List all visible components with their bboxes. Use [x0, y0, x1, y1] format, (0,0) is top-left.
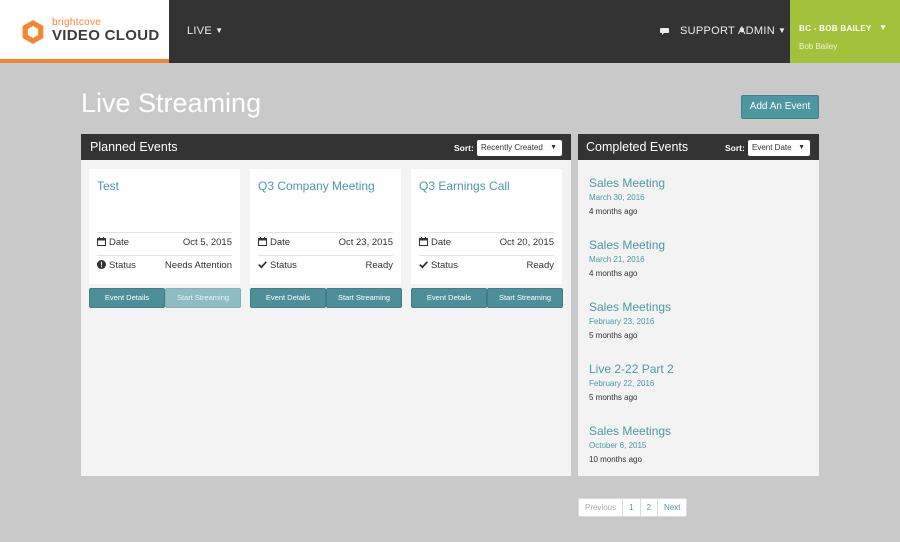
planned-events-header: Planned Events Sort: Recently Created ▼ — [81, 134, 571, 160]
brand-logo[interactable]: brightcove VIDEO CLOUD — [0, 0, 169, 63]
completed-event-name[interactable]: Sales Meeting — [589, 176, 665, 190]
completed-event-ago: 4 months ago — [589, 269, 638, 278]
list-item[interactable]: Sales Meeting March 30, 2016 4 months ag… — [578, 166, 819, 226]
list-item[interactable]: Sales Meetings February 23, 2016 5 month… — [578, 290, 819, 350]
pagination-page-1[interactable]: 1 — [623, 499, 641, 516]
planned-sort-select[interactable]: Recently Created ▼ — [477, 140, 562, 156]
caret-down-icon: ▼ — [215, 26, 224, 35]
list-item[interactable]: Live 2-22 Part 2 February 22, 2016 5 mon… — [578, 352, 819, 412]
event-details-button[interactable]: Event Details — [411, 288, 487, 308]
completed-event-date: February 22, 2016 — [589, 379, 655, 388]
list-item[interactable]: Sales Meetings October 6, 2015 10 months… — [578, 414, 819, 474]
event-details-button[interactable]: Event Details — [89, 288, 165, 308]
planned-events-panel: Planned Events Sort: Recently Created ▼ … — [81, 134, 571, 476]
sort-select-value: Recently Created — [481, 143, 543, 152]
caret-down-icon: ▼ — [550, 144, 557, 151]
event-date-row: Date Oct 5, 2015 — [97, 232, 232, 252]
caret-down-icon: ▼ — [798, 144, 805, 151]
event-status-row: Status Needs Attention — [97, 255, 232, 275]
check-icon — [258, 260, 267, 271]
date-label: Date — [270, 237, 291, 248]
event-status-row: Status Ready — [258, 255, 393, 275]
caret-down-icon: ▼ — [879, 23, 887, 32]
event-details-button[interactable]: Event Details — [250, 288, 326, 308]
top-navigation-bar: brightcove VIDEO CLOUD LIVE ▼ SUPPORT ▼ AD… — [0, 0, 900, 63]
add-event-button[interactable]: Add An Event — [741, 95, 819, 119]
user-account-label: BC - BOB BAILEY — [799, 24, 872, 33]
nav-support-menu[interactable]: SUPPORT ▼ — [680, 25, 746, 37]
pagination-previous[interactable]: Previous — [579, 499, 624, 516]
event-status: Needs Attention — [164, 260, 232, 271]
event-date-row: Date Oct 23, 2015 — [258, 232, 393, 252]
check-icon — [419, 260, 428, 271]
completed-event-name[interactable]: Sales Meetings — [589, 424, 671, 438]
calendar-icon — [97, 237, 106, 248]
exclamation-circle-icon — [97, 260, 106, 271]
event-card[interactable]: Test Date Oct 5, 2015 Status Needs Atten… — [89, 169, 240, 284]
completed-event-date: February 23, 2016 — [589, 317, 655, 326]
completed-event-name[interactable]: Live 2-22 Part 2 — [589, 362, 674, 376]
pagination-page-2[interactable]: 2 — [641, 499, 659, 516]
completed-events-header: Completed Events Sort: Event Date ▼ — [578, 134, 819, 160]
chat-bubble-icon[interactable] — [660, 27, 670, 36]
event-status-row: Status Ready — [419, 255, 554, 275]
start-streaming-button[interactable]: Start Streaming — [326, 288, 402, 308]
event-actions: Event Details Start Streaming — [411, 288, 563, 308]
user-name: Bob Bailey — [799, 42, 838, 51]
completed-event-date: March 21, 2016 — [589, 255, 645, 264]
completed-event-ago: 5 months ago — [589, 331, 638, 340]
sort-label: Sort: — [725, 143, 745, 153]
event-actions: Event Details Start Streaming — [89, 288, 241, 308]
completed-events-panel: Completed Events Sort: Event Date ▼ Sale… — [578, 134, 819, 476]
completed-event-name[interactable]: Sales Meetings — [589, 300, 671, 314]
calendar-icon — [419, 237, 428, 248]
date-label: Date — [431, 237, 452, 248]
event-date: Oct 20, 2015 — [499, 237, 554, 248]
start-streaming-button[interactable]: Start Streaming — [487, 288, 563, 308]
event-name[interactable]: Test — [97, 180, 217, 193]
completed-event-date: March 30, 2016 — [589, 193, 645, 202]
nav-live-label: LIVE — [187, 25, 213, 37]
completed-event-name[interactable]: Sales Meeting — [589, 238, 665, 252]
caret-down-icon: ▼ — [777, 26, 787, 35]
nav-live-menu[interactable]: LIVE ▼ — [187, 25, 223, 37]
sort-select-value: Event Date — [752, 143, 792, 152]
planned-events-title: Planned Events — [90, 140, 178, 154]
pagination-next[interactable]: Next — [658, 499, 686, 516]
brightcove-logo-icon — [22, 20, 44, 44]
status-label: Status — [270, 260, 297, 271]
list-item[interactable]: Sales Meeting March 21, 2016 4 months ag… — [578, 228, 819, 288]
event-date: Oct 5, 2015 — [182, 237, 232, 248]
status-label: Status — [431, 260, 458, 271]
completed-event-ago: 4 months ago — [589, 207, 638, 216]
start-streaming-button[interactable]: Start Streaming — [165, 288, 241, 308]
page-title: Live Streaming — [81, 88, 262, 118]
calendar-icon — [258, 237, 267, 248]
event-status: Ready — [365, 260, 393, 271]
status-label: Status — [109, 260, 136, 271]
pagination: Previous 1 2 Next — [578, 498, 688, 517]
event-card[interactable]: Q3 Company Meeting Date Oct 23, 2015 Sta… — [250, 169, 401, 284]
completed-event-date: October 6, 2015 — [589, 441, 647, 450]
event-status: Ready — [526, 260, 554, 271]
event-name[interactable]: Q3 Company Meeting — [258, 180, 378, 193]
completed-event-ago: 10 months ago — [589, 455, 642, 464]
event-actions: Event Details Start Streaming — [250, 288, 402, 308]
nav-admin-label: ADMIN — [738, 25, 775, 37]
brand-big-text: VIDEO CLOUD — [52, 27, 160, 44]
event-date-row: Date Oct 20, 2015 — [419, 232, 554, 252]
nav-support-label: SUPPORT — [680, 25, 736, 37]
completed-events-title: Completed Events — [586, 140, 689, 154]
completed-sort-select[interactable]: Event Date ▼ — [748, 140, 810, 156]
event-name[interactable]: Q3 Earnings Call — [419, 180, 539, 193]
completed-event-ago: 5 months ago — [589, 393, 638, 402]
user-account-menu[interactable]: BC - BOB BAILEY Bob Bailey ▼ — [790, 0, 900, 63]
date-label: Date — [109, 237, 130, 248]
sort-label: Sort: — [454, 143, 474, 153]
event-date: Oct 23, 2015 — [338, 237, 393, 248]
event-card[interactable]: Q3 Earnings Call Date Oct 20, 2015 Statu… — [411, 169, 562, 284]
nav-admin-menu[interactable]: ADMIN ▼ — [738, 25, 786, 37]
